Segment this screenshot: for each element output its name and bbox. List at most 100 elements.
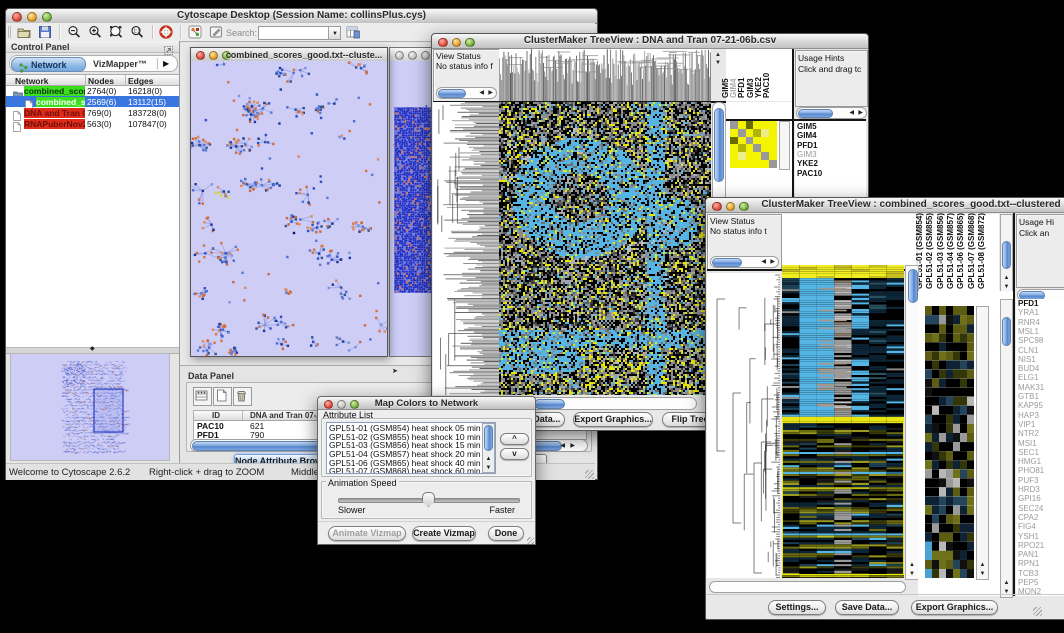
row-label[interactable]: SEC24 [1018,505,1043,513]
row-label[interactable]: SPC98 [1018,337,1043,345]
row-label[interactable]: GIM4 [797,132,817,140]
zoom-out-icon[interactable] [67,25,81,39]
minimize-button[interactable] [408,51,417,60]
scroll-up-icon[interactable]: ▲ [980,562,986,568]
column-label[interactable]: GPL51-03 (GSM856) [937,213,945,289]
window-resize-grip[interactable] [1033,607,1042,616]
annotation-icon[interactable] [209,25,223,39]
treeview1-heatmap[interactable] [499,102,711,395]
close-button[interactable] [712,202,722,212]
row-label[interactable]: MSL1 [1018,328,1039,336]
scroll-up-icon[interactable]: ▲ [486,456,492,462]
save-data-button[interactable]: Save Data... [835,600,899,615]
open-file-icon[interactable] [17,25,31,39]
scroll-down-icon[interactable]: ▼ [1004,284,1010,290]
treeview1-column-dendrogram[interactable] [499,49,711,101]
row-label[interactable]: NTR2 [1018,430,1039,438]
network-overview-thumbnail[interactable] [10,353,170,461]
close-button[interactable] [395,51,404,60]
network-view-1-canvas[interactable] [191,61,387,356]
row-label[interactable]: PAC10 [797,170,822,178]
treeview1-mini-heatmap[interactable] [730,121,777,168]
column-label[interactable]: GPL51-08 (GSM872) [978,213,986,289]
zoom-selected-icon[interactable]: 1:1 [130,25,144,39]
treeview2-row-dendrogram[interactable] [707,273,780,578]
export-graphics-button[interactable]: Export Graphics... [911,600,998,615]
row-label[interactable]: CPA2 [1018,514,1038,522]
zoom-in-icon[interactable] [88,25,102,39]
row-label[interactable]: MAK31 [1018,384,1044,392]
done-button[interactable]: Done [488,526,524,541]
search-dropdown-button[interactable]: ▼ [328,27,340,39]
row-label[interactable]: NIS1 [1018,356,1036,364]
scroll-left-icon[interactable]: ◀ [560,443,565,449]
row-label[interactable]: VIP1 [1018,421,1035,429]
dialog-title-bar[interactable]: Map Colors to Network [318,397,535,410]
treeview2-title-bar[interactable]: ClusterMaker TreeView : combined_scores_… [706,198,1064,213]
scroll-right-icon[interactable]: ▶ [570,443,575,449]
scroll-left-icon[interactable]: ◀ [479,90,484,96]
help-lifesaver-icon[interactable] [159,25,173,39]
row-label[interactable]: KAP95 [1018,402,1043,410]
row-label[interactable]: PFD1 [797,142,817,150]
mini-scroll-down-icon[interactable]: ▼ [715,60,721,66]
row-label[interactable]: PUF3 [1018,477,1038,485]
view-status-scrollbar[interactable]: ◀ ▶ [710,256,779,268]
treeview1-row-dendrogram[interactable] [433,102,499,395]
row-label[interactable]: YSH1 [1018,533,1039,541]
scroll-down-icon[interactable]: ▼ [486,465,492,471]
row-label[interactable]: HMG1 [1018,458,1041,466]
scroll-up-icon[interactable]: ▲ [1004,580,1010,586]
create-network-icon[interactable] [188,25,202,39]
zoom-button[interactable] [421,51,430,60]
row-label[interactable]: GIM5 [797,123,817,131]
treeview1-mini-vscrollbar[interactable] [779,121,790,170]
column-label[interactable]: GPL51-07 (GSM868) [968,213,976,289]
network-row[interactable]: combined_scores_2764(0)16218(0) [6,85,179,96]
attribute-list-vscrollbar[interactable]: ▲ ▼ [482,423,495,473]
speed-slider-thumb[interactable] [422,492,435,507]
row-label[interactable]: PEP5 [1018,579,1038,587]
tab-network[interactable]: Network [11,57,86,72]
network-row[interactable]: DNA and Tran 07769(0)183728(0) [6,107,179,118]
row-label[interactable]: FIG4 [1018,523,1036,531]
attribute-select-button[interactable] [193,387,212,406]
scroll-left-icon[interactable]: ◀ [849,110,854,116]
minimize-button[interactable] [209,51,218,60]
row-label[interactable]: YRA1 [1018,309,1039,317]
column-label[interactable]: GPL51-02 (GSM855) [926,213,934,289]
scroll-right-icon[interactable]: ▶ [770,259,775,265]
row-label[interactable]: PHO81 [1018,467,1044,475]
row-label[interactable]: GPI16 [1018,495,1041,503]
treeview2-rowlabel-vscrollbar[interactable]: ▲ ▼ [1000,299,1013,598]
dialog-resize-grip[interactable] [527,537,534,544]
column-label[interactable]: GPL51-04 (GSM857) [947,213,955,289]
network-row[interactable]: RNAPuberNov2+563(0)107847(0) [6,118,179,129]
zoom-fit-icon[interactable] [109,25,123,39]
row-label[interactable]: TCB3 [1018,570,1038,578]
view-status-scrollbar[interactable]: ◀ ▶ [436,87,497,99]
create-vizmap-button[interactable]: Create Vizmap [412,526,476,541]
scroll-left-icon[interactable]: ◀ [761,259,766,265]
row-label[interactable]: RPN1 [1018,560,1039,568]
treeview2-heatmap-vscrollbar[interactable]: ▲ ▼ [905,265,919,580]
row-label[interactable]: GTB1 [1018,393,1039,401]
scroll-right-icon[interactable]: ▶ [488,90,493,96]
row-label[interactable]: BUD4 [1018,365,1039,373]
row-label[interactable]: PAN1 [1018,551,1038,559]
row-label[interactable]: RPO21 [1018,542,1044,550]
tab-vizmapper[interactable]: VizMapper™ [86,57,156,70]
row-label[interactable]: ELG1 [1018,374,1038,382]
scroll-down-icon[interactable]: ▼ [980,571,986,577]
attribute-list-item[interactable]: GPL51-07 (GSM868) heat shock 60 min [329,467,495,474]
move-up-button[interactable]: ^ [500,433,529,445]
scroll-down-icon[interactable]: ▼ [909,571,915,577]
minimize-button[interactable] [726,202,736,212]
tab-overflow-button[interactable]: ▶ [157,58,174,70]
save-session-icon[interactable] [38,25,52,39]
treeview2-heatmap[interactable] [782,265,904,578]
column-label[interactable]: GPL51-06 (GSM865) [957,213,965,289]
network-view-1-title-bar[interactable]: combined_scores_good.txt--cluste... [191,48,387,62]
row-label[interactable]: RNR4 [1018,319,1040,327]
treeview2-zoom-heatmap[interactable] [925,306,974,578]
